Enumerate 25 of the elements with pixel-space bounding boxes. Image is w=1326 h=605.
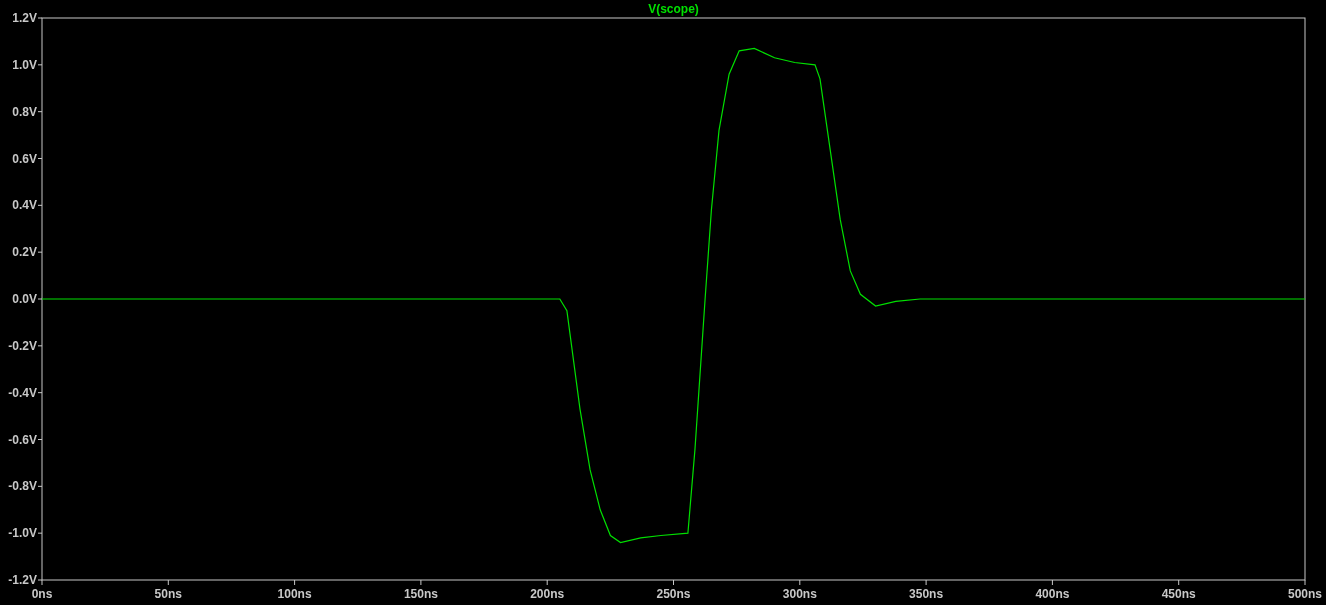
x-axis-label: 250ns [656,587,691,601]
x-axis-label: 500ns [1288,587,1322,601]
x-axis-label: 350ns [909,587,944,601]
trace-label: V(scope) [648,2,699,16]
y-axis-label: -0.6V [8,432,37,447]
y-axis-label: -0.2V [8,338,37,353]
x-axis-label: 100ns [277,587,312,601]
y-axis-label: -0.8V [8,479,37,494]
x-axis-label: 400ns [1035,587,1070,601]
x-axis-label: 300ns [782,587,817,601]
y-axis-label: 0.8V [12,104,37,119]
x-axis-label: 200ns [530,587,565,601]
x-axis-label: 0ns [31,587,53,601]
x-axis-label: 50ns [154,587,182,601]
y-axis-label: 0.2V [12,245,37,260]
y-axis-label: 0.6V [12,151,37,166]
y-axis-label: -1.0V [8,526,37,541]
y-axis-label: 1.2V [12,11,37,25]
y-axis-label: 0.4V [12,198,37,213]
x-axis-label: 450ns [1161,587,1196,601]
y-axis-label: 1.0V [12,57,37,72]
y-axis-label: 0.0V [12,292,37,306]
y-axis-label: -1.2V [8,573,37,587]
y-axis-label: -0.4V [8,385,37,400]
x-axis-label: 150ns [403,587,438,601]
